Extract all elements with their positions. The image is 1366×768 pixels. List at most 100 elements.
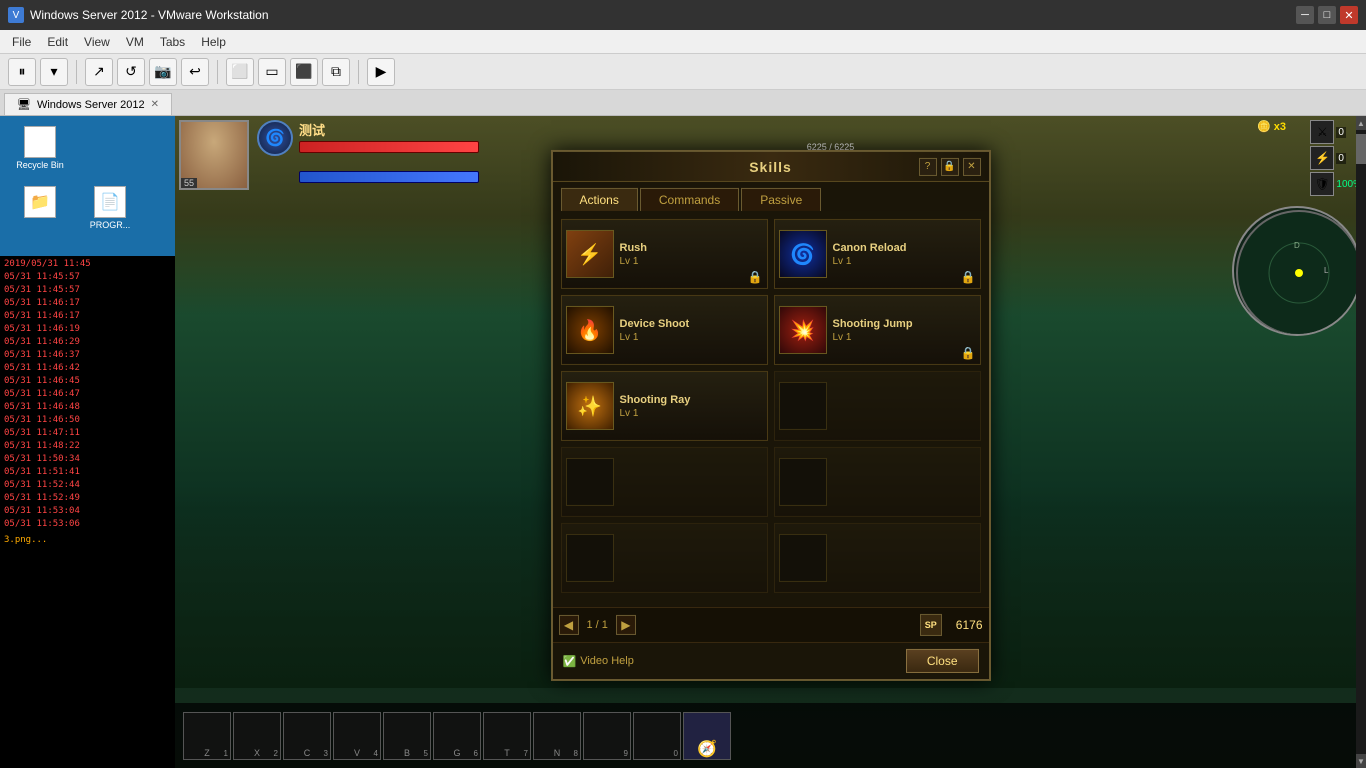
active-skill-icon: 🌀	[257, 120, 293, 156]
hotbar-slot-9[interactable]: 9	[583, 712, 631, 760]
skill-cell-shooting-jump[interactable]: 💥 Shooting Jump Lv 1 🔒	[774, 295, 981, 365]
skill-icon-shooting-ray: ✨	[566, 382, 614, 430]
hotbar-slot-v[interactable]: V 4	[333, 712, 381, 760]
desktop-icon-prog[interactable]: 📄 PROGR...	[80, 186, 140, 230]
skill-cell-shooting-ray[interactable]: ✨ Shooting Ray Lv 1	[561, 371, 768, 441]
tab-close-icon[interactable]: ✕	[151, 99, 159, 110]
toolbar-snap-button[interactable]: 📷	[149, 58, 177, 86]
maximize-button[interactable]: □	[1318, 6, 1336, 24]
skill-cell-device-shoot[interactable]: 🔥 Device Shoot Lv 1	[561, 295, 768, 365]
modal-pagination: ◀ 1 / 1 ▶ SP 6176	[553, 607, 989, 642]
toolbar-dropdown-button[interactable]: ▾	[40, 58, 68, 86]
skill-cell-rush[interactable]: ⚡ Rush Lv 1 🔒	[561, 219, 768, 289]
hotbar-key-n: N	[554, 748, 561, 758]
toolbar-unity-button[interactable]: ⧉	[322, 58, 350, 86]
hotbar-slot-t[interactable]: T 7	[483, 712, 531, 760]
file-icon: 📁	[24, 186, 56, 218]
character-portrait: 55	[179, 120, 249, 190]
tab-commands[interactable]: Commands	[640, 188, 739, 211]
toolbar-full-button[interactable]: ⬛	[290, 58, 318, 86]
svg-text:D: D	[1294, 241, 1300, 250]
buff-count-1: 0	[1336, 127, 1346, 138]
tab-passive[interactable]: Passive	[741, 188, 821, 211]
modal-help-button[interactable]: ?	[919, 157, 937, 175]
menu-vm[interactable]: VM	[118, 33, 152, 51]
modal-lock-button[interactable]: 🔒	[941, 157, 959, 175]
modal-close-x-button[interactable]: ✕	[963, 157, 981, 175]
window-controls: ─ □ ✕	[1296, 6, 1358, 24]
menu-help[interactable]: Help	[193, 33, 234, 51]
scroll-down-button[interactable]: ▼	[1356, 754, 1366, 768]
skill-cell-canon-reload[interactable]: 🌀 Canon Reload Lv 1 🔒	[774, 219, 981, 289]
skill-level-rush: Lv 1	[620, 255, 763, 266]
hotbar-slot-x[interactable]: X 2	[233, 712, 281, 760]
left-panel: 🗑 Recycle Bin 📁 📄 PROGR... 2019/05/31 11…	[0, 116, 175, 768]
hotbar-slot-n[interactable]: N 8	[533, 712, 581, 760]
toolbar-restore-button[interactable]: ↩	[181, 58, 209, 86]
skill-lock-canon: 🔒	[961, 270, 976, 284]
sp-value: 6176	[956, 618, 983, 632]
skill-icon-shooting-jump: 💥	[779, 306, 827, 354]
empty-icon-3	[779, 458, 827, 506]
log-line: 05/31 11:46:47	[4, 388, 171, 401]
log-line: 05/31 11:47:11	[4, 427, 171, 440]
close-window-button[interactable]: ✕	[1340, 6, 1358, 24]
toolbar-separator-3	[358, 60, 359, 84]
scroll-thumb[interactable]	[1356, 134, 1366, 164]
minimize-button[interactable]: ─	[1296, 6, 1314, 24]
skills-grid: ⚡ Rush Lv 1 🔒 🌀	[553, 211, 989, 607]
menu-edit[interactable]: Edit	[39, 33, 76, 51]
tab-icon: 🖥	[17, 98, 31, 111]
desktop-icon-recycle[interactable]: 🗑 Recycle Bin	[10, 126, 70, 170]
hotbar-slot-b[interactable]: B 5	[383, 712, 431, 760]
hotbar-slot-0[interactable]: 0	[633, 712, 681, 760]
menu-tabs[interactable]: Tabs	[152, 33, 193, 51]
title-bar: V Windows Server 2012 - VMware Workstati…	[0, 0, 1366, 30]
toolbar-refresh-button[interactable]: ↺	[117, 58, 145, 86]
menu-file[interactable]: File	[4, 33, 39, 51]
character-level: 55	[181, 178, 197, 188]
hotbar-slot-g[interactable]: G 6	[433, 712, 481, 760]
toolbar-pause-button[interactable]: ⏸	[8, 58, 36, 86]
modal-title-bar: Skills ? 🔒 ✕	[553, 152, 989, 182]
hotbar-slot-extra[interactable]: 🧭	[683, 712, 731, 760]
hotbar-slot-c[interactable]: C 3	[283, 712, 331, 760]
skill-cell-empty-1	[774, 371, 981, 441]
skill-cell-empty-3	[774, 447, 981, 517]
toolbar: ⏸ ▾ ↗ ↺ 📷 ↩ ⬜ ▭ ⬛ ⧉ ▶	[0, 54, 1366, 90]
close-button[interactable]: Close	[906, 649, 979, 673]
page-next-button[interactable]: ▶	[616, 615, 636, 635]
skill-lock-shooting-jump: 🔒	[961, 346, 976, 360]
log-line: 05/31 11:46:45	[4, 375, 171, 388]
scroll-up-button[interactable]: ▲	[1356, 116, 1366, 130]
tab-actions[interactable]: Actions	[561, 188, 638, 211]
hotbar-slot-z[interactable]: Z 1	[183, 712, 231, 760]
buff-row-3: 🛡 100%	[1310, 172, 1362, 196]
skill-cell-empty-2	[561, 447, 768, 517]
log-line: 05/31 11:52:49	[4, 492, 171, 505]
hotbar-num-3: 3	[324, 749, 328, 758]
toolbar-split-h-button[interactable]: ⬜	[226, 58, 254, 86]
desktop-icon-file[interactable]: 📁	[10, 186, 70, 220]
main-content: 🗑 Recycle Bin 📁 📄 PROGR... 2019/05/31 11…	[0, 116, 1366, 768]
game-area: 55 🌀 测试 6225 / 6225 51	[175, 116, 1366, 768]
video-help-icon: ✅	[563, 654, 577, 667]
skills-row-3: ✨ Shooting Ray Lv 1	[561, 371, 981, 441]
bottom-hotbar: Z 1 X 2 C 3 V 4 B 5	[175, 703, 1366, 768]
recycle-icon: 🗑	[24, 126, 56, 158]
menu-view[interactable]: View	[76, 33, 118, 51]
vm-tab-windows[interactable]: 🖥 Windows Server 2012 ✕	[4, 93, 172, 115]
toolbar-terminal-button[interactable]: ▶	[367, 58, 395, 86]
hotbar-num-2: 2	[274, 749, 278, 758]
log-line: 05/31 11:52:44	[4, 479, 171, 492]
log-line: 05/31 11:50:34	[4, 453, 171, 466]
log-line: 05/31 11:45:57	[4, 284, 171, 297]
page-prev-button[interactable]: ◀	[559, 615, 579, 635]
shooting-ray-icon: ✨	[567, 383, 613, 429]
log-item: 3.png...	[4, 535, 171, 545]
toolbar-send-button[interactable]: ↗	[85, 58, 113, 86]
skill-name-rush: Rush	[620, 241, 763, 253]
toolbar-split-v-button[interactable]: ▭	[258, 58, 286, 86]
video-help-link[interactable]: ✅ Video Help	[563, 654, 634, 667]
empty-icon-2	[566, 458, 614, 506]
